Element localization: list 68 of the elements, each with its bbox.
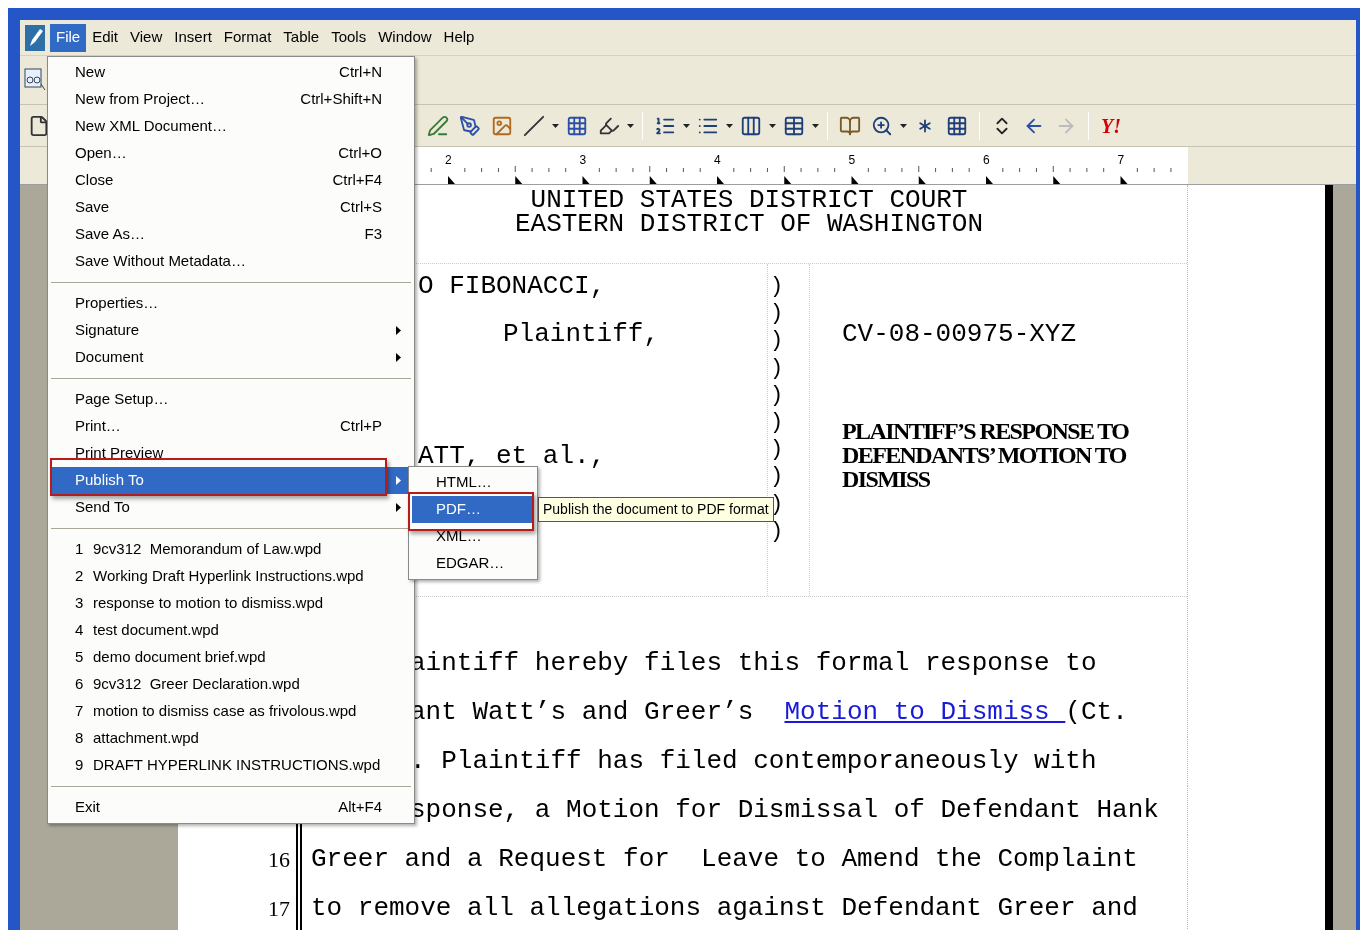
- bracket-mark: ): [770, 327, 784, 355]
- menu-item[interactable]: Save Without Metadata…: [51, 248, 411, 275]
- ruler-number: 6: [981, 152, 991, 167]
- menu-item[interactable]: 3 response to motion to dismiss.wpd: [51, 590, 411, 617]
- bracket-mark: ): [770, 300, 784, 328]
- ruler-number: 4: [712, 152, 722, 167]
- menu-item[interactable]: Publish To: [51, 467, 411, 494]
- body-text-line: . Plaintiff has filed contemporaneously with: [410, 745, 1097, 778]
- bracket-mark: ): [770, 381, 784, 409]
- menu-bar-item[interactable]: Window: [372, 23, 438, 52]
- menu-item[interactable]: Document: [51, 344, 411, 371]
- menu-bar-item[interactable]: Insert: [168, 23, 218, 52]
- menu-bar-item[interactable]: Format: [217, 23, 278, 52]
- bracket-mark: ): [770, 273, 784, 301]
- body-text-line: Greer and a Request for Leave to Amend the Complaint: [311, 843, 1138, 876]
- bracket-mark: ): [770, 354, 784, 382]
- party-name: ATT, et al.,: [418, 444, 606, 468]
- party-name: O FIBONACCI,: [418, 274, 606, 298]
- menu-bar-item[interactable]: Help: [437, 23, 481, 52]
- menu-bar-item[interactable]: Table: [277, 23, 326, 52]
- menu-item[interactable]: 8 attachment.wpd: [51, 725, 411, 752]
- submenu-item[interactable]: PDF…: [412, 496, 534, 523]
- ruler-number: 3: [578, 152, 588, 167]
- menu-item[interactable]: 4 test document.wpd: [51, 617, 411, 644]
- line-number: 16: [268, 846, 290, 874]
- menu-item[interactable]: Properties…: [51, 290, 411, 317]
- menu-item[interactable]: Save As… F3: [51, 221, 411, 248]
- menu-item[interactable]: Exit Alt+F4: [51, 794, 411, 821]
- bracket-mark: ): [770, 408, 784, 437]
- bracket-mark: ): [770, 463, 784, 491]
- body-text-line: aintiff hereby files this formal response to: [410, 647, 1097, 680]
- menu-item[interactable]: New Ctrl+N: [51, 59, 411, 86]
- caption-line: EASTERN DISTRICT OF WASHINGTON: [514, 212, 984, 236]
- caption-line: UNITED STATES DISTRICT COURT: [530, 188, 968, 212]
- menu-item[interactable]: 7 motion to dismiss case as frivolous.wpd: [51, 698, 411, 725]
- menu-item[interactable]: Print… Ctrl+P: [51, 413, 411, 440]
- menu-item[interactable]: Page Setup…: [51, 386, 411, 413]
- ruler-number: 2: [443, 152, 453, 167]
- motion-link[interactable]: Motion to Dismiss: [784, 697, 1066, 727]
- menu-item[interactable]: 1 9cv312 Memorandum of Law.wpd: [51, 536, 411, 563]
- submenu-item[interactable]: XML…: [412, 523, 534, 550]
- menu-item[interactable]: New XML Document…: [51, 113, 411, 140]
- body-text-line: sponse, a Motion for Dismissal of Defendant Hank: [410, 794, 1159, 827]
- menu-item[interactable]: New from Project… Ctrl+Shift+N: [51, 86, 411, 113]
- menu-item[interactable]: Send To: [51, 494, 411, 521]
- tooltip: Publish the document to PDF format: [538, 497, 774, 522]
- bracket-mark: ): [770, 436, 784, 464]
- line-number: 17: [268, 895, 290, 923]
- submenu-item[interactable]: HTML…: [412, 469, 534, 496]
- logo[interactable]: Y!: [1101, 110, 1121, 141]
- menu-item[interactable]: 9 DRAFT HYPERLINK INSTRUCTIONS.wpd: [51, 752, 411, 779]
- party-name: Plaintiff,: [503, 322, 660, 346]
- menu-item[interactable]: Print Preview: [51, 440, 411, 467]
- ruler-number: 7: [1116, 152, 1126, 167]
- body-text-line: to remove all allegations against Defendant Greer and: [311, 892, 1138, 925]
- menu-item[interactable]: Signature: [51, 317, 411, 344]
- document-title: PLAINTIFF’S RESPONSE TO DEFENDANTS’ MOTION TO DISMISS: [842, 419, 1130, 491]
- menu-item[interactable]: 2 Working Draft Hyperlink Instructions.wpd: [51, 563, 411, 590]
- menu-item[interactable]: Save Ctrl+S: [51, 194, 411, 221]
- menu-bar-item[interactable]: Tools: [325, 23, 373, 52]
- ruler-number: 5: [847, 152, 857, 167]
- submenu-item[interactable]: EDGAR…: [412, 550, 534, 577]
- menu-item[interactable]: 6 9cv312 Greer Declaration.wpd: [51, 671, 411, 698]
- menu-bar-item[interactable]: Edit: [86, 23, 125, 52]
- case-number: CV-08-00975-XYZ: [842, 322, 1077, 346]
- menu-item[interactable]: 5 demo document brief.wpd: [51, 644, 411, 671]
- menu-bar-item[interactable]: File: [50, 23, 87, 52]
- menu-bar-item[interactable]: View: [124, 23, 169, 52]
